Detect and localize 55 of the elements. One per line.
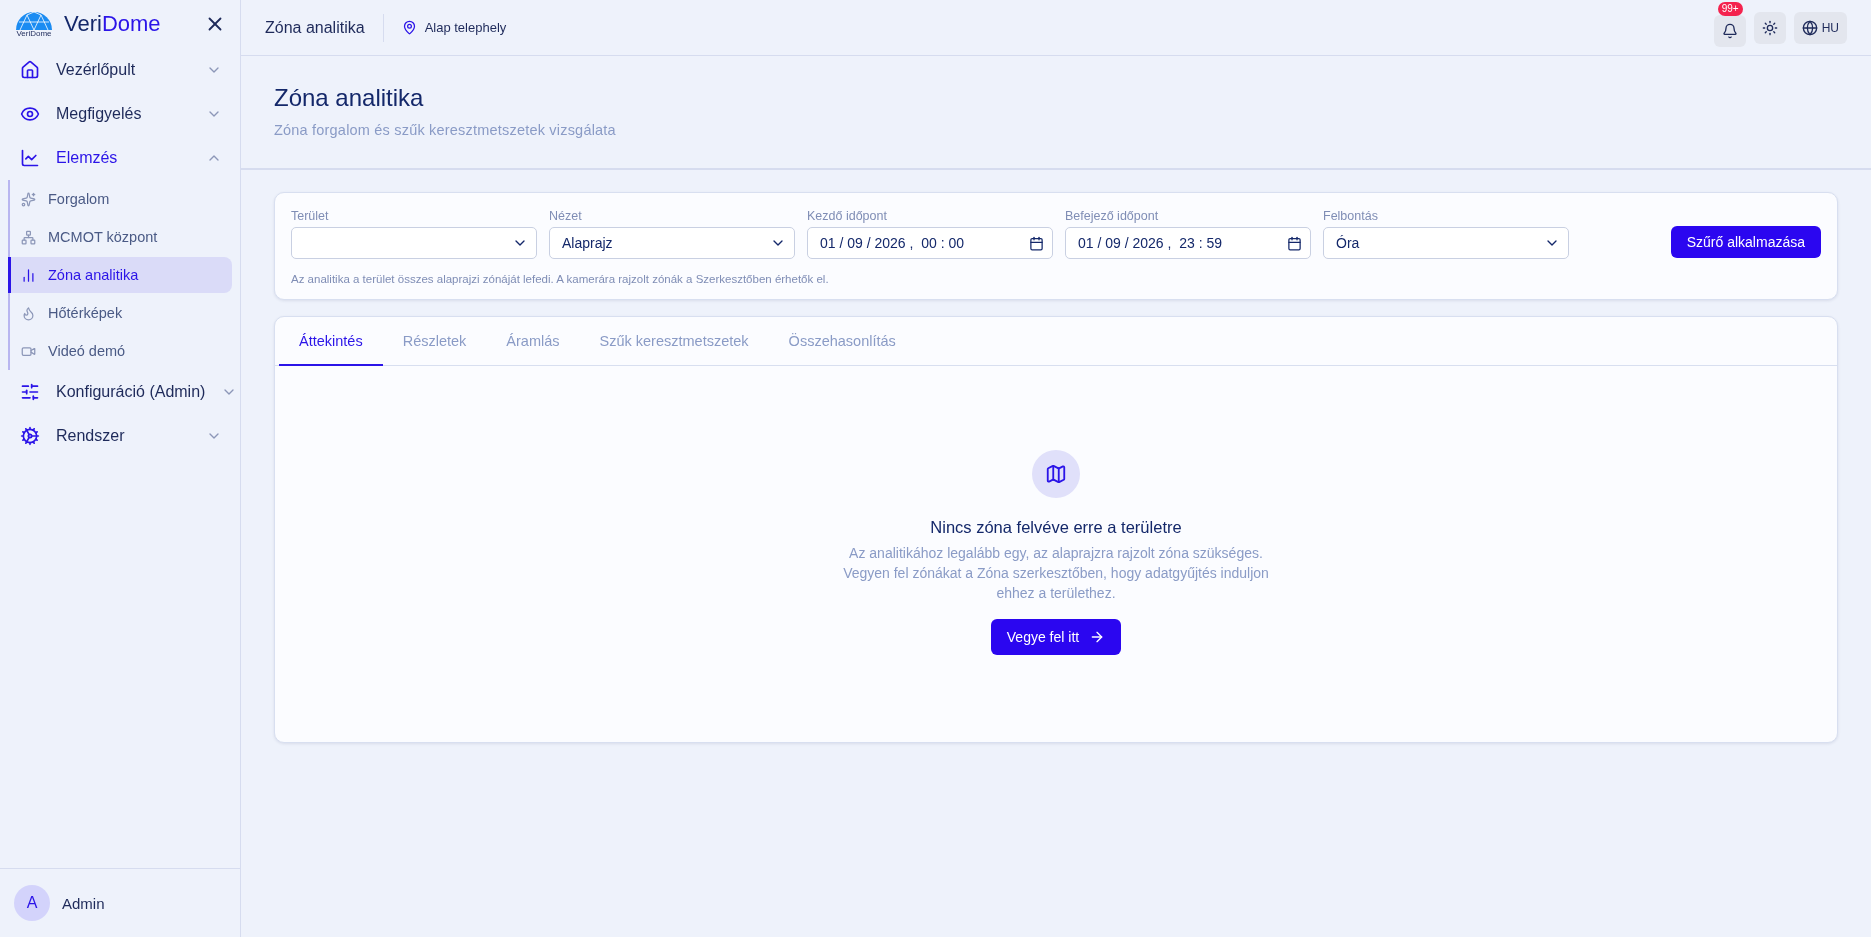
brand-name: VeriDome	[64, 11, 162, 37]
calendar-icon	[1287, 235, 1302, 251]
nav-section[interactable]: Konfiguráció (Admin)	[8, 370, 232, 414]
dome-logo-icon	[15, 10, 53, 30]
page-subtitle: Zóna forgalom és szűk keresztmetszetek vizsgálata	[274, 122, 617, 138]
network-icon	[21, 229, 36, 245]
user-name: Admin	[62, 894, 105, 912]
empty-state-title: Nincs zóna felvéve erre a területre	[930, 518, 1182, 537]
map-icon	[1032, 450, 1080, 498]
avatar: A	[14, 885, 50, 921]
nav-section[interactable]: Vezérlőpult	[8, 48, 232, 92]
apply-filter-button[interactable]: Szűrő alkalmazása	[1670, 226, 1821, 258]
notification-badge: 99+	[1717, 2, 1743, 16]
line-chart-icon	[20, 148, 40, 168]
field-label: Befejező időpont	[1065, 209, 1160, 223]
nav-section[interactable]: Rendszer	[8, 414, 232, 458]
select-field[interactable]: Óra	[1323, 227, 1569, 259]
nav-item[interactable]: Videó demó	[8, 333, 232, 369]
logo-caption: VeriDome	[16, 30, 52, 38]
empty-state-message: Az analitikához legalább egy, az alaprajzra rajzolt zóna szükséges. Vegyen fel zónákat a Zóna szerkesztőben, hogy adatgyűjtés induljon ehhez a területhez.	[842, 544, 1270, 603]
header-title: Zóna analitika	[265, 13, 384, 42]
nav-item[interactable]: Forgalom	[8, 181, 232, 217]
map-pin-icon	[401, 20, 417, 35]
page-title: Zóna analitika	[274, 84, 425, 112]
sliders-icon	[20, 382, 40, 402]
eye-icon	[20, 104, 40, 124]
notifications-button[interactable]	[1713, 15, 1746, 47]
field-label: Nézet	[549, 209, 583, 223]
nav-item[interactable]: Hőtérképek	[8, 295, 232, 331]
language-button[interactable]: HU	[1793, 11, 1847, 44]
field-label: Felbontás	[1323, 209, 1379, 223]
bar-chart-icon	[21, 267, 36, 283]
gear-icon	[20, 426, 40, 446]
bell-icon	[1721, 23, 1738, 39]
field-label: Terület	[291, 209, 330, 223]
nav-item[interactable]: Zóna analitika	[8, 257, 232, 293]
add-zone-button[interactable]: Vegye fel itt	[990, 619, 1122, 655]
select-field[interactable]: Alaprajz	[549, 227, 795, 259]
globe-icon	[1801, 19, 1818, 36]
field-label: Kezdő időpont	[807, 209, 888, 223]
nav-section[interactable]: Megfigyelés	[8, 92, 232, 136]
select-field[interactable]	[291, 227, 537, 259]
datetime-field[interactable]: 01 / 09 / 2026 , 23 : 59	[1065, 227, 1311, 259]
flame-icon	[21, 305, 36, 321]
datetime-field[interactable]: 01 / 09 / 2026 , 00 : 00	[807, 227, 1053, 259]
filter-note: Az analitika a terület összes alaprajzi zónáját lefedi. A kamerára rajzolt zónák a Szerkesztőben érhetők el.	[291, 273, 830, 285]
tab[interactable]: Áttekintés	[279, 317, 383, 366]
calendar-icon	[1029, 235, 1044, 251]
theme-toggle-button[interactable]	[1753, 11, 1786, 44]
sun-icon	[1761, 19, 1778, 36]
nav-item[interactable]: MCMOT központ	[8, 219, 232, 255]
home-icon	[20, 60, 40, 80]
site-selector[interactable]: Alap telephely	[401, 20, 1706, 35]
sparkles-icon	[21, 191, 36, 207]
nav-section[interactable]: Elemzés	[8, 136, 232, 180]
